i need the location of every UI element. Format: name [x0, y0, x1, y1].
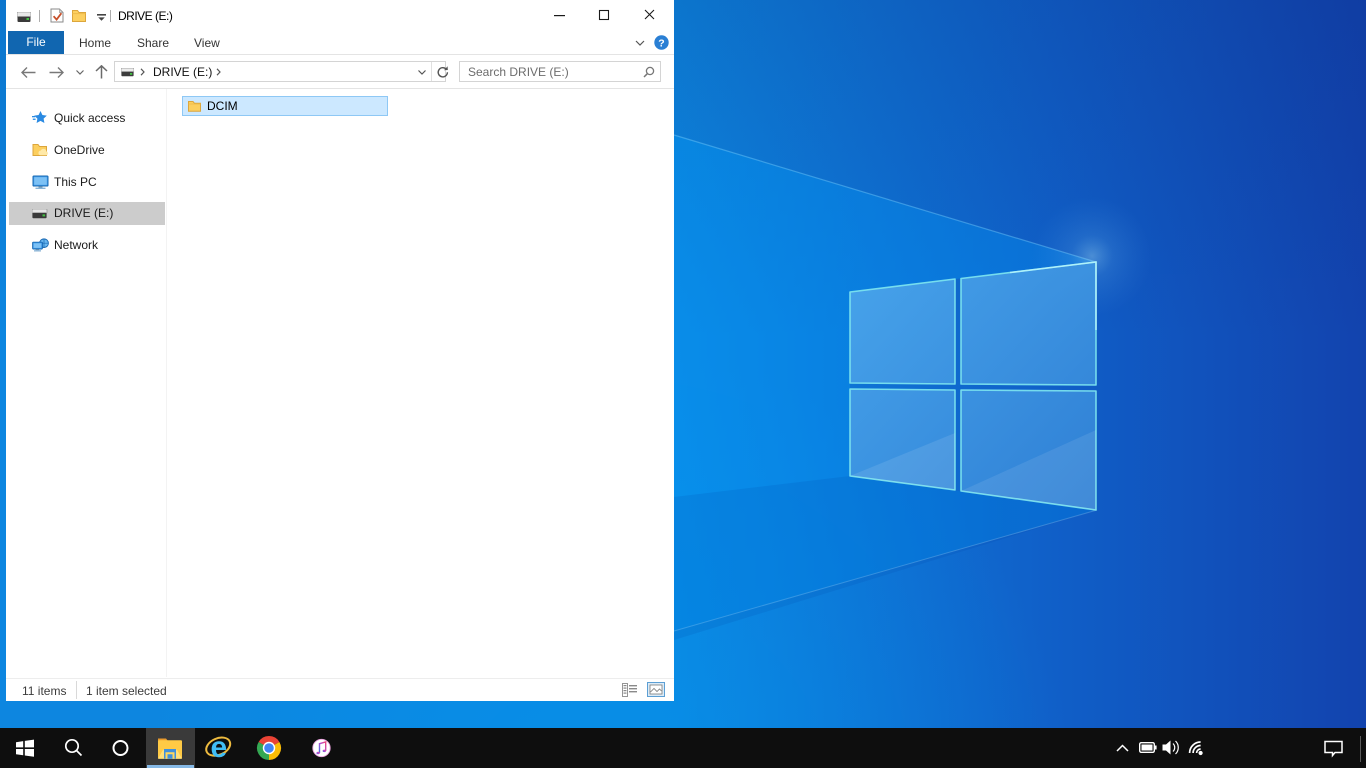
svg-text:?: ? — [658, 37, 664, 49]
svg-text:e: e — [210, 731, 227, 764]
